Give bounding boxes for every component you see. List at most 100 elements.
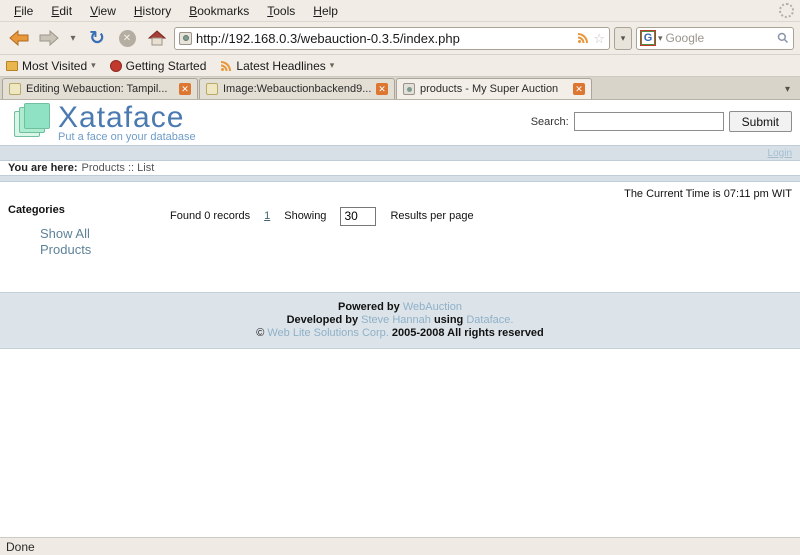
back-arrow-icon	[9, 30, 29, 46]
search-engine-dropdown[interactable]: ▾	[658, 33, 663, 44]
menu-view[interactable]: View	[82, 2, 124, 20]
tab-list-dropdown-icon[interactable]: ▾	[777, 84, 798, 95]
webauction-link[interactable]: WebAuction	[403, 301, 462, 313]
status-text: Done	[6, 540, 35, 554]
page-content: Xataface Put a face on your database Sea…	[0, 100, 800, 537]
login-bar: Login	[0, 145, 800, 161]
rights-reserved-text: 2005-2008 All rights reserved	[392, 327, 544, 339]
tab-label: Editing Webauction: Tampil...	[26, 83, 174, 95]
browser-window: File Edit View History Bookmarks Tools H…	[0, 0, 800, 555]
page-edit-icon	[9, 83, 21, 95]
site-favicon	[403, 83, 415, 95]
footer-line-copyright: © Web Lite Solutions Corp. 2005-2008 All…	[0, 327, 800, 339]
stop-button[interactable]: ✕	[114, 25, 140, 51]
showing-label: Showing	[284, 210, 326, 222]
web-lite-solutions-link[interactable]: Web Lite Solutions Corp.	[267, 327, 388, 339]
url-favicon	[179, 32, 192, 45]
results-controls: Found 0 records 1 Showing Results per pa…	[170, 204, 800, 226]
footer-line-powered: Powered by WebAuction	[0, 301, 800, 313]
home-icon	[148, 30, 166, 46]
using-text: using	[434, 314, 463, 326]
breadcrumb-label: You are here:	[8, 162, 78, 174]
home-button[interactable]	[144, 25, 170, 51]
tab-editing-webauction[interactable]: Editing Webauction: Tampil... ✕	[2, 78, 198, 99]
folder-icon	[6, 61, 18, 71]
tab-close-icon[interactable]: ✕	[573, 83, 585, 95]
back-button[interactable]	[6, 25, 32, 51]
breadcrumb: You are here: Products :: List	[0, 161, 800, 175]
search-label: Search:	[531, 116, 569, 128]
chevron-down-icon: ▾	[330, 60, 335, 71]
page-edit-icon	[206, 83, 218, 95]
reload-icon: ↻	[89, 29, 105, 48]
chevron-down-icon: ▾	[91, 60, 96, 71]
site-title: Xataface	[58, 103, 196, 133]
menu-bookmarks[interactable]: Bookmarks	[181, 2, 257, 20]
url-input[interactable]	[196, 31, 573, 46]
page-number-link[interactable]: 1	[264, 210, 270, 222]
bookmark-most-visited[interactable]: Most Visited ▾	[6, 59, 96, 73]
bookmarks-toolbar: Most Visited ▾ Getting Started Latest He…	[0, 55, 800, 77]
copyright-symbol: ©	[256, 327, 264, 339]
dataface-link[interactable]: Dataface.	[466, 314, 513, 326]
tab-label: products - My Super Auction	[420, 83, 568, 95]
tab-close-icon[interactable]: ✕	[376, 83, 388, 95]
tab-close-icon[interactable]: ✕	[179, 83, 191, 95]
content-columns: Categories Show All Products Found 0 rec…	[0, 200, 800, 258]
developed-by-text: Developed by	[287, 314, 359, 326]
login-link[interactable]: Login	[768, 148, 792, 159]
menu-help[interactable]: Help	[305, 2, 346, 20]
tab-products-my-super-auction[interactable]: products - My Super Auction ✕	[396, 78, 592, 99]
categories-heading: Categories	[8, 204, 170, 216]
url-bar[interactable]: ☆	[174, 27, 610, 50]
results-per-page-label: Results per page	[390, 210, 473, 222]
bookmark-label: Most Visited	[22, 59, 87, 73]
show-all-products-link[interactable]: Show All Products	[40, 226, 124, 258]
xataface-logo: Xataface Put a face on your database	[8, 103, 196, 143]
current-time-text: The Current Time is 07:11 pm WIT	[0, 182, 800, 200]
stop-icon: ✕	[119, 30, 136, 47]
web-search-bar[interactable]: G ▾	[636, 27, 794, 50]
footer-line-developed: Developed by Steve Hannah using Dataface…	[0, 314, 800, 326]
rss-feed-icon	[220, 60, 232, 72]
tab-image-webauctionbackend[interactable]: Image:Webauctionbackend9... ✕	[199, 78, 395, 99]
url-history-dropdown[interactable]: ▾	[614, 27, 632, 50]
search-engine-icon[interactable]: G	[641, 31, 655, 45]
site-search-input[interactable]	[574, 112, 724, 131]
breadcrumb-path[interactable]: Products :: List	[82, 162, 155, 174]
web-search-input[interactable]	[666, 31, 774, 45]
reload-button[interactable]: ↻	[84, 25, 110, 51]
xataface-logo-icon	[8, 103, 50, 143]
history-dropdown-button[interactable]: ▾	[66, 33, 80, 44]
menu-edit[interactable]: Edit	[43, 2, 80, 20]
bookmark-label: Latest Headlines	[236, 59, 325, 73]
found-records-text: Found 0 records	[170, 210, 250, 222]
site-header: Xataface Put a face on your database Sea…	[0, 100, 800, 145]
results-per-page-input[interactable]	[340, 207, 376, 226]
bookmark-latest-headlines[interactable]: Latest Headlines ▾	[220, 59, 334, 73]
menu-file[interactable]: File	[6, 2, 41, 20]
forward-arrow-icon	[39, 30, 59, 46]
sidebar: Categories Show All Products	[0, 204, 170, 258]
bookmark-label: Getting Started	[126, 59, 207, 73]
tab-label: Image:Webauctionbackend9...	[223, 83, 371, 95]
menu-tools[interactable]: Tools	[259, 2, 303, 20]
steve-hannah-link[interactable]: Steve Hannah	[361, 314, 431, 326]
getting-started-icon	[110, 60, 122, 72]
status-bar: Done	[0, 537, 800, 555]
bookmark-star-icon[interactable]: ☆	[593, 32, 605, 45]
throbber-icon	[779, 3, 794, 18]
powered-by-text: Powered by	[338, 301, 400, 313]
site-search: Search: Submit	[531, 111, 792, 132]
menu-bar: File Edit View History Bookmarks Tools H…	[0, 0, 800, 22]
tab-strip: Editing Webauction: Tampil... ✕ Image:We…	[0, 77, 800, 100]
bookmark-getting-started[interactable]: Getting Started	[110, 59, 207, 73]
search-submit-button[interactable]: Submit	[729, 111, 792, 132]
forward-button[interactable]	[36, 25, 62, 51]
site-tagline: Put a face on your database	[58, 131, 196, 143]
magnifier-icon[interactable]	[777, 32, 789, 44]
divider-bar	[0, 175, 800, 182]
menu-history[interactable]: History	[126, 2, 179, 20]
navigation-toolbar: ▾ ↻ ✕ ☆ ▾ G ▾	[0, 22, 800, 55]
rss-feed-icon[interactable]	[577, 32, 589, 44]
